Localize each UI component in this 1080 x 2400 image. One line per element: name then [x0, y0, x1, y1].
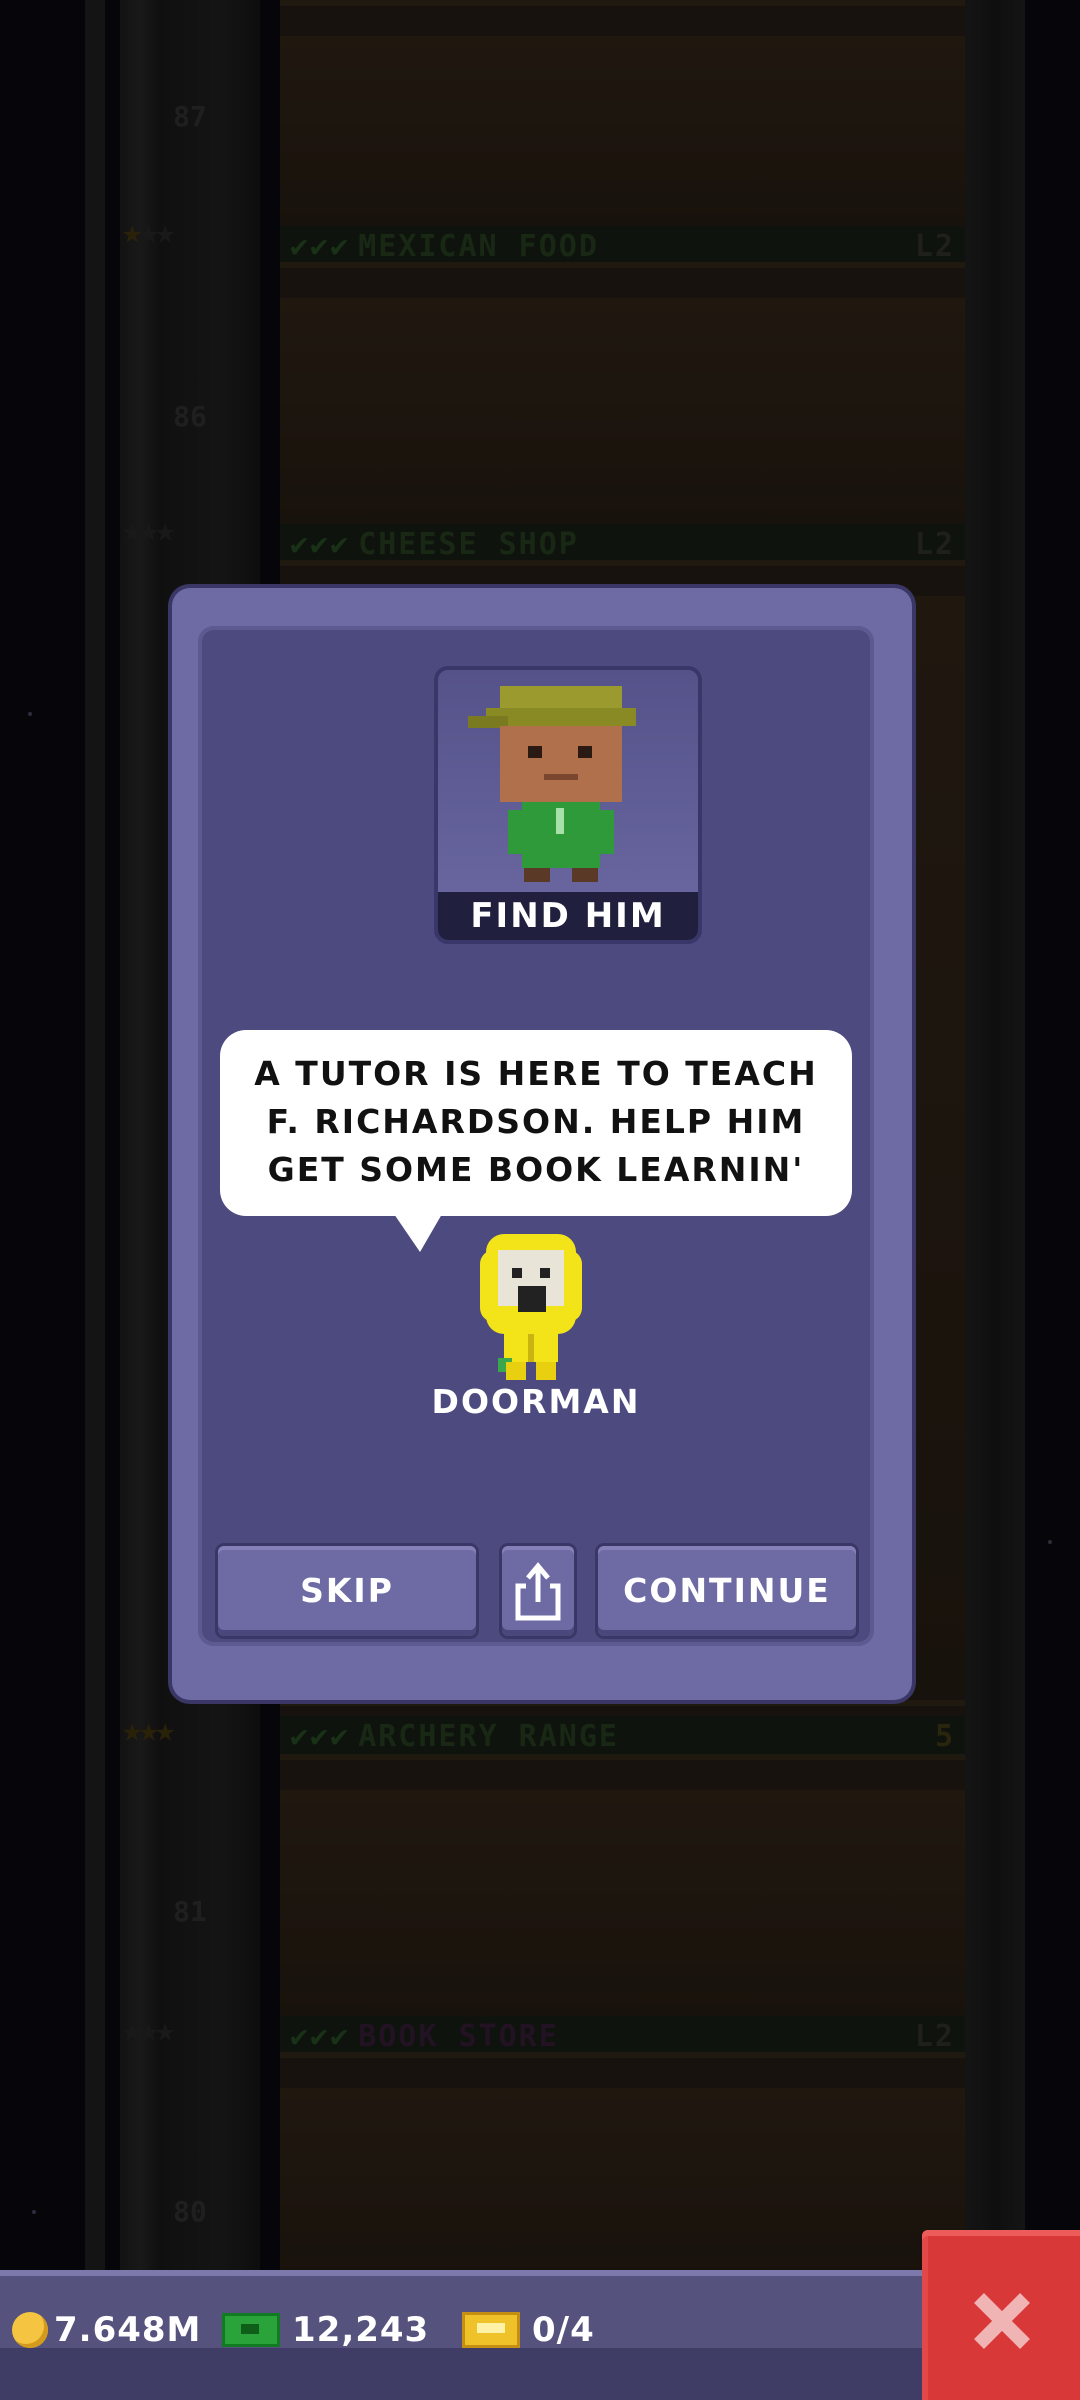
status-bar: 7.648M 12,243 0/4 [0, 2270, 1080, 2400]
bux-value: 12,243 [292, 2310, 430, 2350]
portrait-caption: FIND HIM [438, 892, 698, 940]
speaker-name: DOORMAN [431, 1382, 641, 1421]
bitizen-avatar [468, 686, 636, 882]
status-bar-shade [0, 2348, 1080, 2400]
bux-icon [222, 2313, 280, 2347]
continue-button[interactable]: CONTINUE [598, 1546, 856, 1636]
dialog-message: A TUTOR IS HERE TO TEACH F. RICHARDSON. … [254, 1054, 818, 1189]
close-icon [974, 2293, 1030, 2349]
tickets-counter[interactable]: 0/4 [462, 2308, 595, 2352]
coin-icon [12, 2312, 48, 2348]
skip-button[interactable]: SKIP [218, 1546, 476, 1636]
character-portrait: FIND HIM [434, 666, 702, 944]
share-button[interactable] [502, 1546, 574, 1636]
mission-dialog: FIND HIM A TUTOR IS HERE TO TEACH F. RIC… [172, 588, 912, 1700]
coins-counter[interactable]: 7.648M [12, 2308, 201, 2352]
close-button[interactable] [922, 2230, 1080, 2400]
tickets-value: 0/4 [532, 2310, 595, 2350]
speech-bubble-tail [394, 1214, 442, 1252]
ticket-icon [462, 2312, 520, 2348]
coins-value: 7.648M [54, 2310, 202, 2350]
share-icon [515, 1562, 561, 1621]
doorman-avatar [480, 1234, 582, 1380]
speech-bubble: A TUTOR IS HERE TO TEACH F. RICHARDSON. … [220, 1030, 852, 1216]
bux-counter[interactable]: 12,243 [222, 2308, 429, 2352]
game-screen: ★★★ 87 ✔✔✔ MEXICAN FOOD L2 ★★★ 86 ✔✔✔ CH… [0, 0, 1080, 2400]
dialog-panel: FIND HIM A TUTOR IS HERE TO TEACH F. RIC… [198, 626, 874, 1646]
